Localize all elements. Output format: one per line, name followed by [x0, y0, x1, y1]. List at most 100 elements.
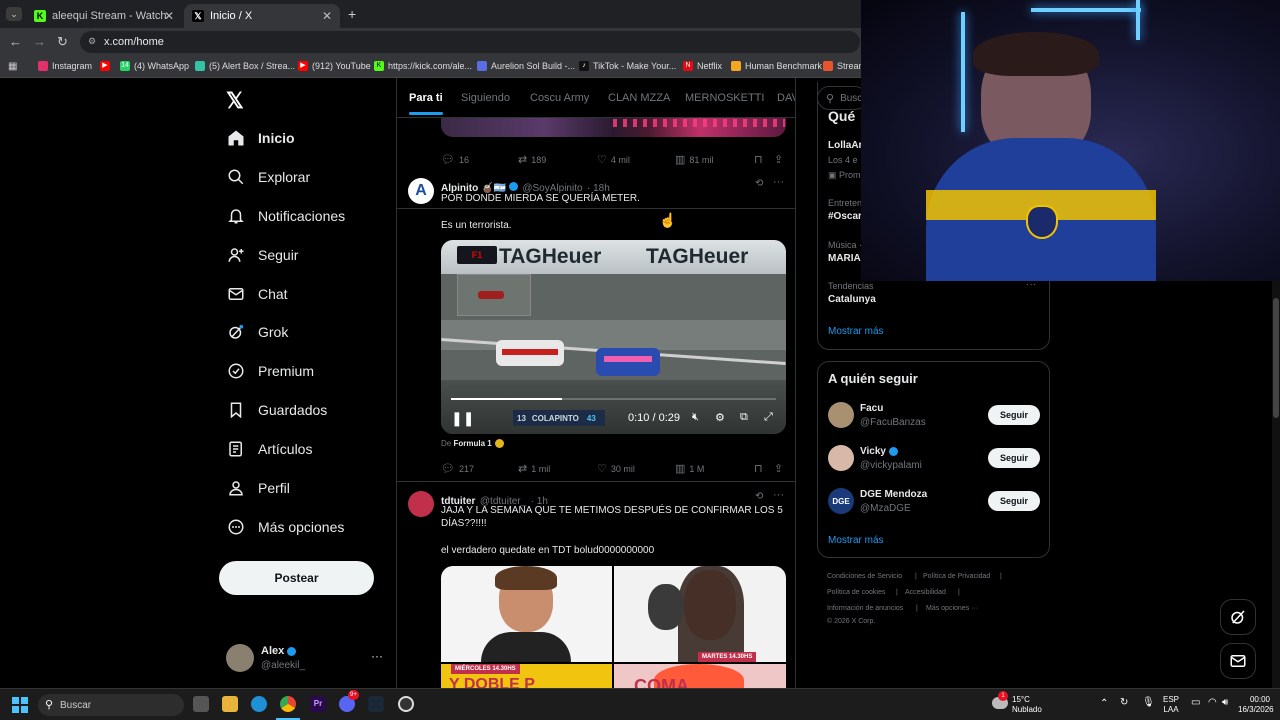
reply-button[interactable]: 💬︎ 16	[441, 153, 469, 166]
grok-icon[interactable]: ⟲	[755, 178, 763, 189]
avatar[interactable]	[408, 491, 434, 517]
tab-siguiendo[interactable]: Siguiendo	[461, 92, 510, 104]
share-button[interactable]: ⇪	[774, 153, 787, 166]
image-person-1[interactable]	[441, 566, 612, 662]
follow-button[interactable]: Seguir	[988, 491, 1040, 511]
avatar[interactable]	[828, 402, 854, 428]
microphone-icon[interactable]: 🎙︎	[1142, 698, 1155, 708]
bookmark-item[interactable]: ▶ (912) YouTube	[298, 61, 371, 71]
trend-title[interactable]: Catalunya	[828, 294, 876, 305]
image-person-2[interactable]: MARTES 14.30HS	[614, 566, 786, 662]
bookmark-item[interactable]: Stream	[823, 61, 866, 71]
discord-icon[interactable]: 9+	[339, 690, 359, 712]
bookmark-item[interactable]: ♪ TikTok - Make Your...	[579, 61, 676, 71]
reload-icon[interactable]: ↻	[57, 34, 68, 50]
follow-button[interactable]: Seguir	[988, 448, 1040, 468]
nav-item-follow[interactable]: Seguir	[226, 245, 298, 265]
show-more-follow[interactable]: Mostrar más	[828, 535, 884, 546]
bookmark-item[interactable]: 14 (4) WhatsApp	[120, 61, 189, 71]
sync-icon[interactable]: ↻	[1120, 698, 1128, 708]
edge-icon[interactable]	[251, 696, 267, 712]
bookmark-item[interactable]: (5) Alert Box / Strea...	[195, 61, 295, 71]
new-tab-icon[interactable]: +	[348, 6, 356, 22]
grok-icon[interactable]: ⟲	[755, 491, 763, 502]
language-indicator[interactable]: ESP LAA	[1163, 695, 1179, 715]
steam-icon[interactable]	[368, 696, 384, 712]
nav-item-chat[interactable]: Chat	[226, 284, 288, 304]
repost-button[interactable]: ⇄ 1 mil	[518, 462, 550, 475]
tab-search-icon[interactable]: ⌄	[6, 7, 22, 21]
pip-icon[interactable]: ⧉	[740, 411, 748, 424]
avatar[interactable]	[828, 445, 854, 471]
bookmark-button[interactable]: ⊓	[754, 153, 767, 166]
trend-title[interactable]: LollaAr	[828, 140, 862, 151]
back-arrow-icon[interactable]: ←	[9, 34, 22, 49]
clock[interactable]: 00:00 16/3/2026	[1238, 695, 1274, 715]
dge-logo[interactable]: DGE	[828, 488, 854, 514]
mute-icon[interactable]: 🔇︎	[692, 411, 699, 424]
views-button[interactable]: ▥ 81 mil	[675, 153, 713, 166]
close-icon[interactable]: ✕	[164, 9, 174, 23]
more-dots-icon[interactable]: ···	[773, 489, 784, 501]
fullscreen-icon[interactable]: ⤢	[764, 411, 773, 424]
nav-item-home[interactable]: Inicio	[226, 128, 295, 148]
x-logo[interactable]: 𝕏	[226, 88, 244, 114]
windows-start-icon[interactable]	[12, 697, 28, 713]
more-dots-icon[interactable]: ···	[371, 649, 383, 663]
image-poster-1[interactable]: MIÉRCOLES 14.30HS Y DOBLE P	[441, 664, 612, 688]
nav-item-profile[interactable]: Perfil	[226, 478, 290, 498]
tweet-tdtuiter[interactable]: tdtuiter @tdtuiter_ · 1h ⟲ ··· JAJA Y LA…	[397, 482, 795, 688]
nav-item-notifications[interactable]: Notificaciones	[226, 206, 345, 226]
views-button[interactable]: ▥ 1 M	[675, 462, 704, 475]
repost-button[interactable]: ⇄ 189	[518, 153, 546, 166]
obs-icon[interactable]	[398, 696, 414, 712]
like-button[interactable]: ♡ 4 mil	[597, 153, 630, 166]
nav-item-more[interactable]: Más opciones	[226, 517, 344, 537]
settings-gear-icon[interactable]: ⚙	[715, 411, 725, 424]
bookmark-item[interactable]: Human Benchmark	[731, 61, 822, 71]
tweet-alpinito[interactable]: A Alpinito 🧉🇦🇷 @SoyAlpinito · 18h ⟲ ··· …	[397, 169, 795, 482]
apps-grid-icon[interactable]: ▦	[8, 61, 17, 72]
avatar[interactable]: A	[408, 178, 434, 204]
more-dots-icon[interactable]: ···	[773, 176, 784, 188]
pause-icon[interactable]: ❚❚	[451, 410, 474, 427]
chevron-up-icon[interactable]: ⌃	[1100, 699, 1108, 709]
weather-widget[interactable]: 15°C Nublado	[1012, 695, 1042, 715]
nav-item-premium[interactable]: Premium	[226, 361, 314, 381]
show-more-trends[interactable]: Mostrar más	[828, 326, 884, 337]
nav-item-bookmarks[interactable]: Guardados	[226, 400, 327, 420]
grok-fab-icon[interactable]	[1220, 599, 1256, 635]
user-name[interactable]: Facu	[860, 403, 883, 414]
tab-clan-mzza[interactable]: CLAN MZZA	[608, 92, 670, 104]
bookmark-item[interactable]: ▶	[100, 61, 114, 71]
premiere-icon[interactable]: Pr	[310, 696, 326, 712]
footer-link[interactable]: Política de cookies	[827, 589, 885, 596]
video-progress-track[interactable]	[451, 398, 776, 400]
tab-dav[interactable]: DAV	[777, 92, 795, 104]
bookmark-item[interactable]: N Netflix	[683, 61, 722, 71]
monitor-icon[interactable]: ▭	[1191, 698, 1200, 708]
trend-title[interactable]: MARIA	[828, 253, 861, 264]
bookmark-button[interactable]: ⊓	[754, 462, 767, 475]
wifi-icon[interactable]: ◠	[1208, 698, 1217, 708]
tweet-image-grid[interactable]: MARTES 14.30HS MIÉRCOLES 14.30HS Y DOBLE…	[441, 566, 786, 688]
nav-item-articles[interactable]: Artículos	[226, 439, 312, 459]
bookmark-item[interactable]: Khttps://kick.com/ale...	[374, 61, 472, 71]
video-player[interactable]: TAGHeuer TAGHeuer F1 13 COLAPINTO 43 ❚❚ …	[441, 240, 786, 434]
tab-coscu-army[interactable]: Coscu Army	[530, 92, 589, 104]
nav-item-grok[interactable]: Grok	[226, 322, 288, 342]
footer-link[interactable]: Información de anuncios	[827, 605, 903, 612]
footer-link[interactable]: Política de Privacidad	[923, 573, 990, 580]
volume-icon[interactable]: 🔊︎	[1222, 698, 1228, 708]
post-button[interactable]: Postear	[219, 561, 374, 595]
footer-link[interactable]: Condiciones de Servicio	[827, 573, 902, 580]
bookmark-item[interactable]: Aurelion Sol Build -...	[477, 61, 575, 71]
footer-link[interactable]: Más opciones ···	[926, 605, 978, 612]
user-name[interactable]: Vicky	[860, 446, 886, 457]
share-button[interactable]: ⇪	[774, 462, 787, 475]
trend-title[interactable]: #Oscar	[828, 211, 862, 222]
follow-button[interactable]: Seguir	[988, 405, 1040, 425]
taskbar-search-input[interactable]: ⚲ Buscar	[38, 694, 184, 716]
close-icon[interactable]: ✕	[322, 9, 332, 23]
weather-cloud-icon[interactable]: 1	[992, 691, 1008, 709]
